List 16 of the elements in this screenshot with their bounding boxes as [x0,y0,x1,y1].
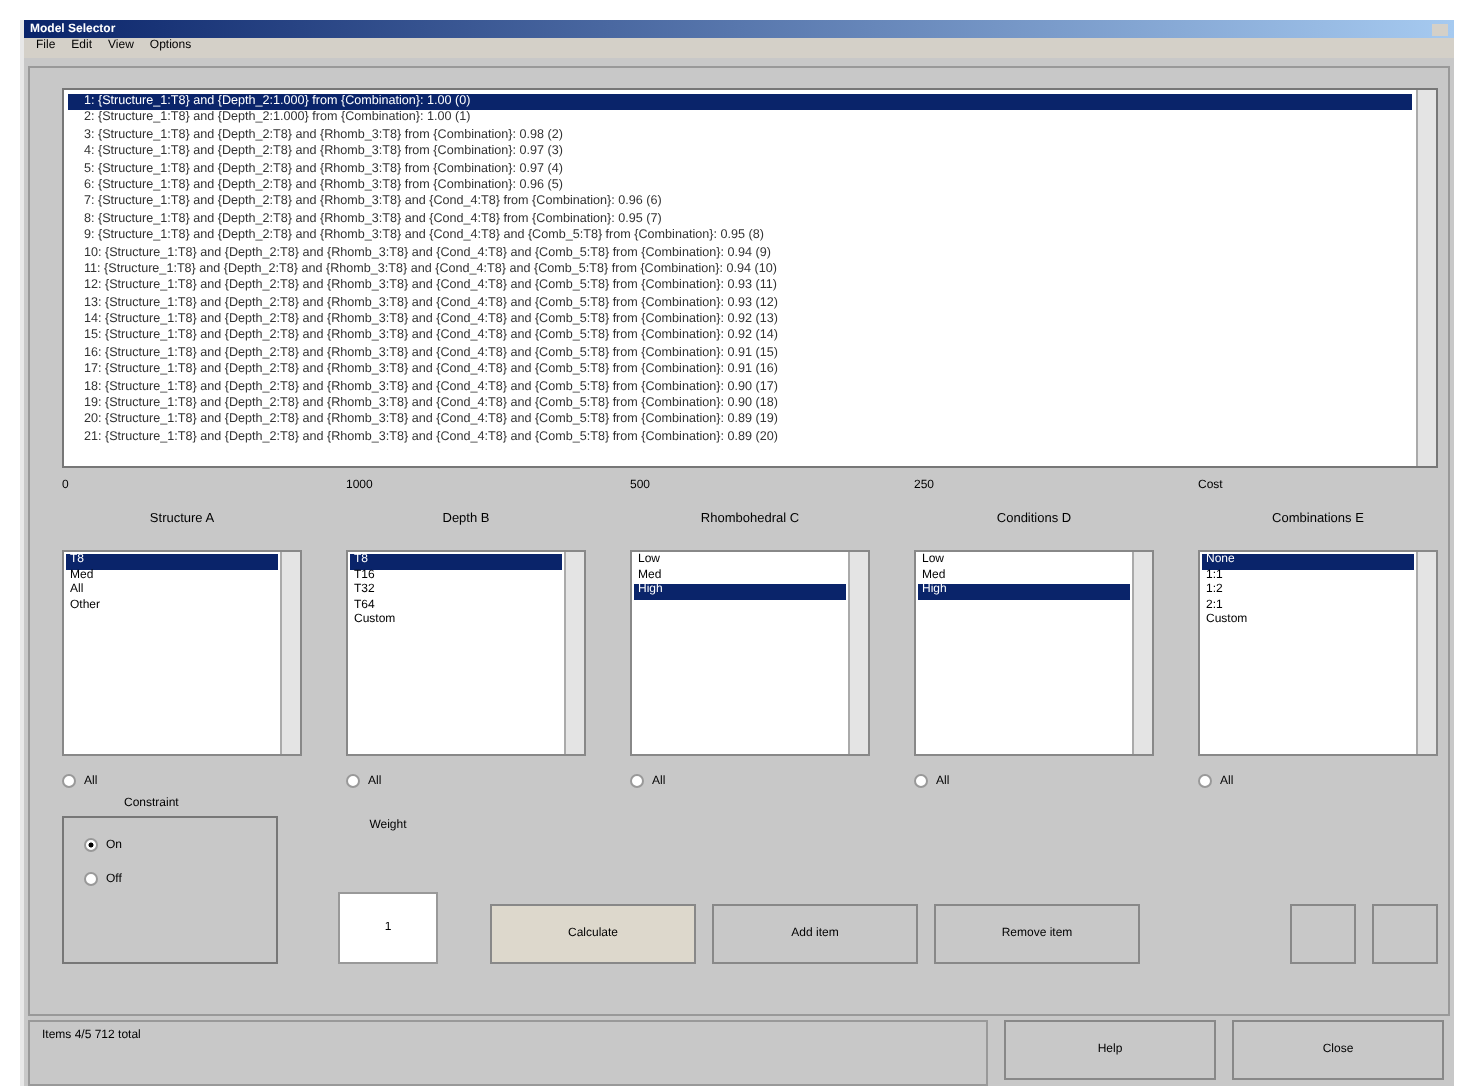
close-icon[interactable] [1432,23,1448,35]
radio-button[interactable] [630,774,644,788]
radio-button[interactable] [914,774,928,788]
scrollbar[interactable] [848,552,868,754]
scrollbar[interactable] [1132,552,1152,754]
radio-button[interactable] [84,838,98,852]
scrollbar[interactable] [564,552,584,754]
radio-button[interactable] [1198,774,1212,788]
small-button[interactable] [1290,904,1356,964]
scrollbar[interactable] [1416,552,1436,754]
radio-button[interactable] [62,774,76,788]
radio-button[interactable] [346,774,360,788]
small-button[interactable] [1372,904,1438,964]
radio-button[interactable] [84,872,98,886]
scrollbar[interactable] [280,552,300,754]
scrollbar[interactable] [1416,90,1436,466]
